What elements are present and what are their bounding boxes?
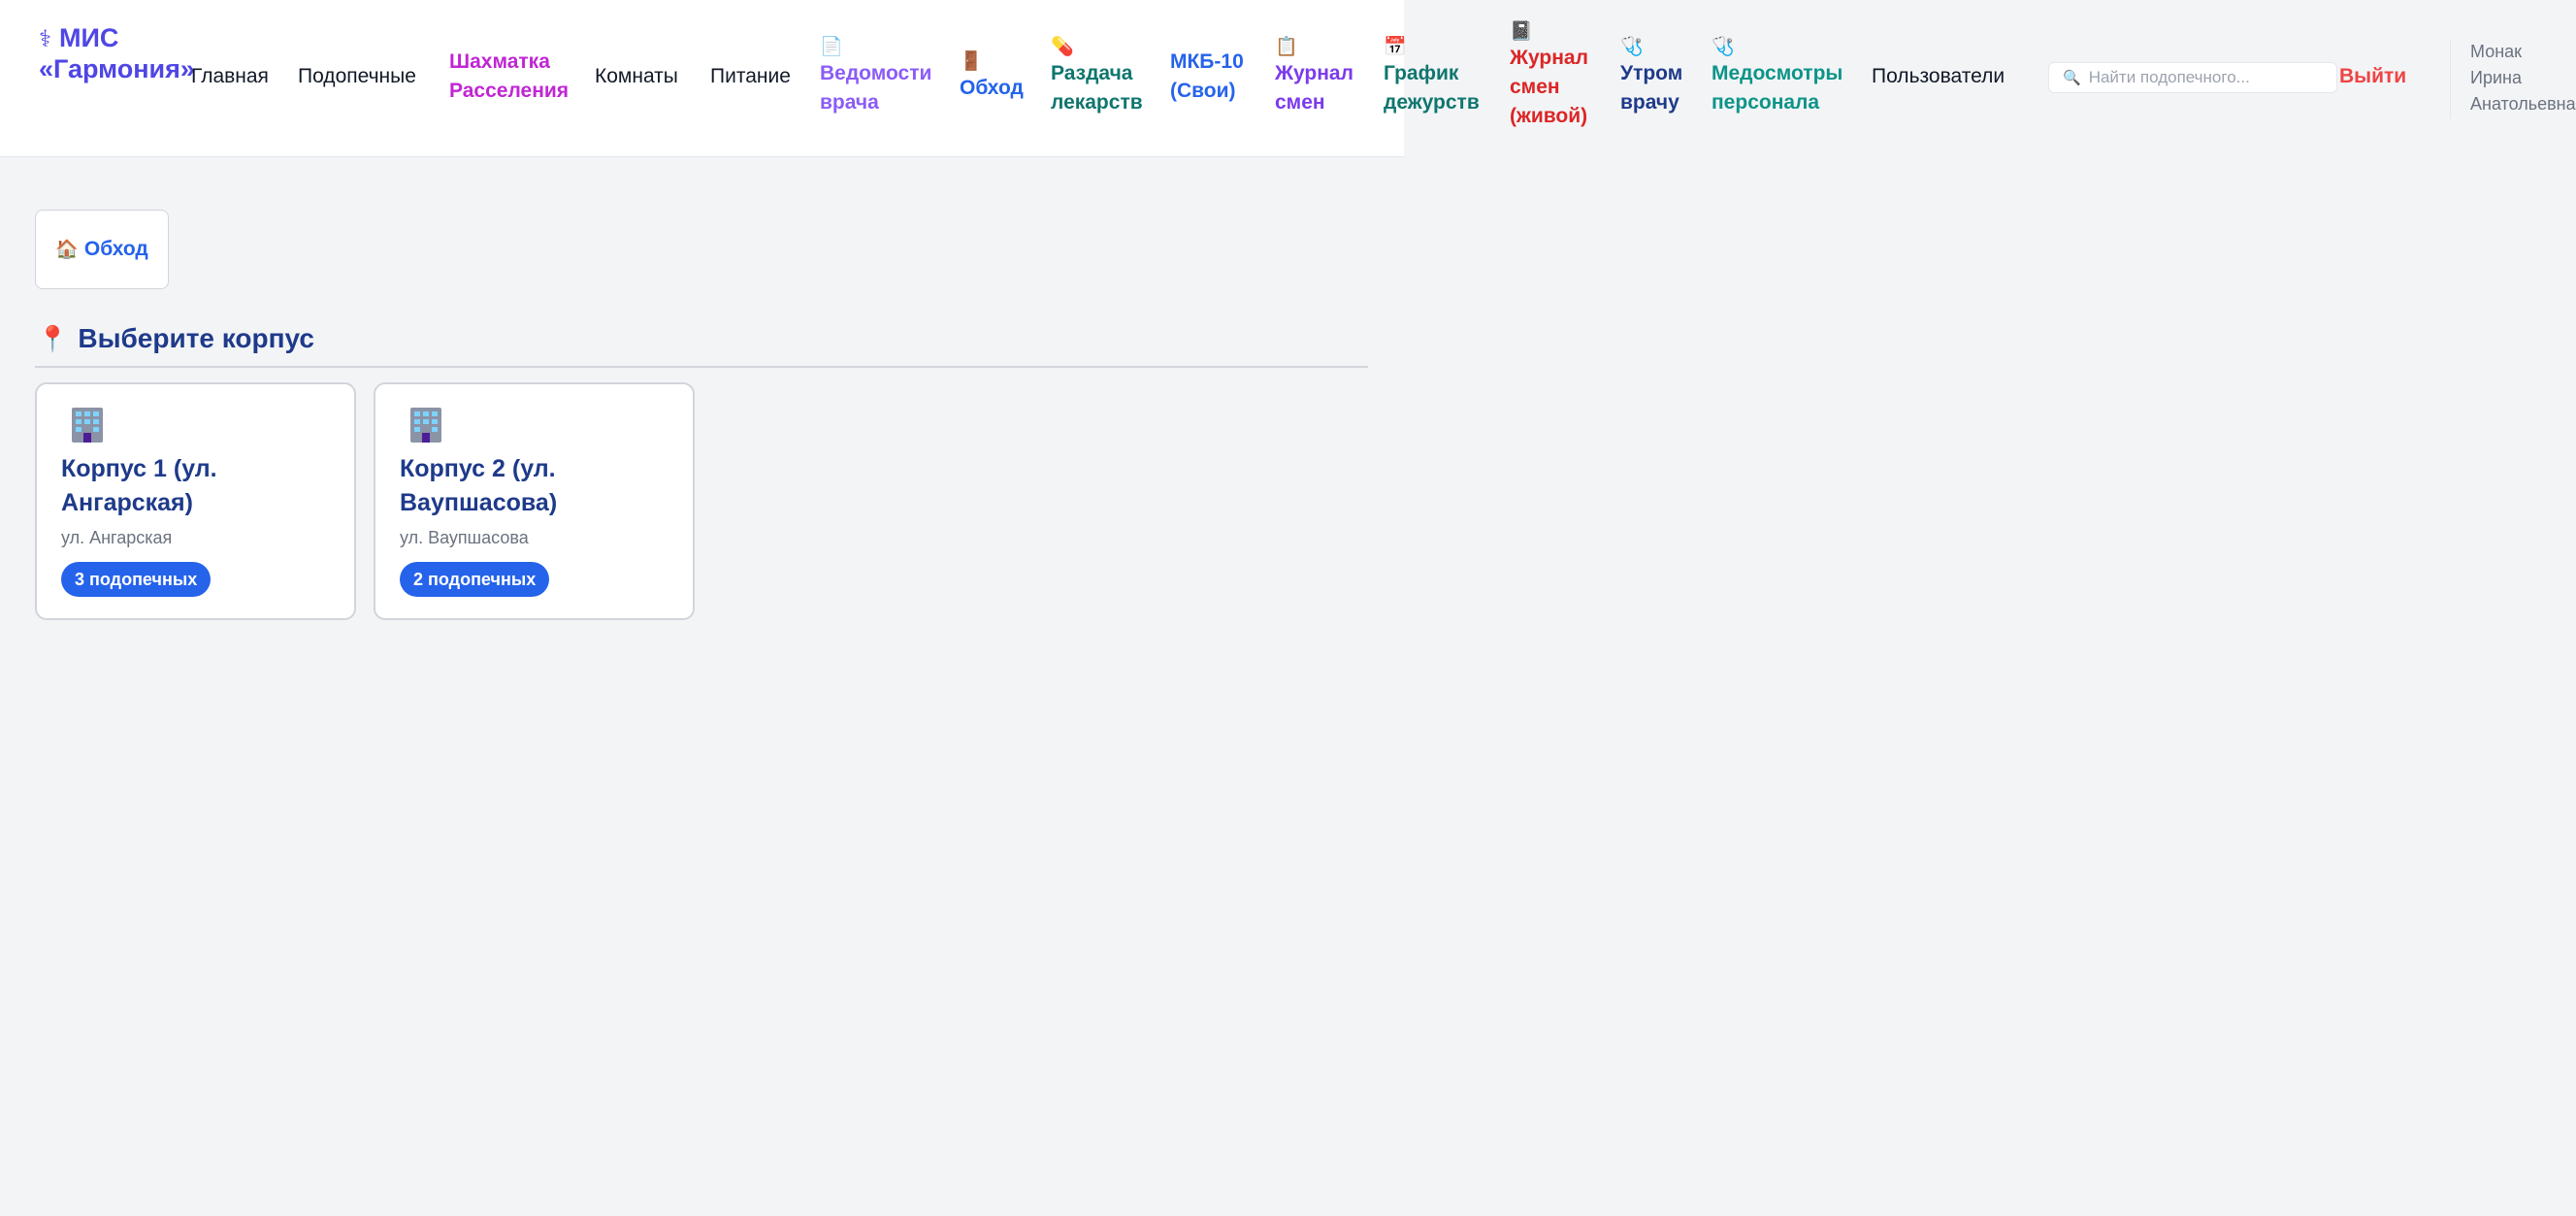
calendar-icon: 📅 [1384,37,1407,57]
pin-icon: 📍 [37,324,69,353]
book-icon: 📓 [1510,21,1533,42]
nav-live-log-line1: Журнал [1510,47,1588,69]
nav-live-log-line3: (живой) [1510,105,1588,127]
brand-line1: МИС [58,23,119,52]
nav-rooms[interactable]: Комнаты [595,62,678,91]
nav-morning[interactable]: 🩺 Утром врачу [1620,36,1682,117]
nav-users[interactable]: Пользователи [1872,62,2005,91]
building-card[interactable]: Корпус 1 (ул. Ангарская) ул. Ангарская 3… [35,382,356,620]
search-icon: 🔍 [2063,70,2081,86]
breadcrumb-label: Обход [83,238,148,260]
nav-rounds[interactable]: 🚪 Обход [960,50,1024,103]
user-name: Монак Ирина Анатольевна [2470,39,2576,117]
nav-meds[interactable]: 💊 Раздача лекарств [1051,36,1143,117]
user-divider [2450,39,2451,118]
nav-wards[interactable]: Подопечные [298,62,416,91]
nav-chess-line1: Шахматка [449,50,550,73]
nav-staff-exam[interactable]: 🩺 Медосмотры персонала [1712,36,1842,117]
title-divider [35,366,1368,368]
nav-staff-exam-line2: персонала [1712,91,1820,114]
nav-chess[interactable]: Шахматка Расселения [449,48,569,106]
building-icon [72,408,103,443]
search-input[interactable] [2086,67,2333,88]
nav-icd-line1: МКБ-10 [1170,50,1244,73]
stethoscope-icon: 🩺 [1712,37,1735,57]
page-title: 📍 Выберите корпус [37,320,314,357]
nav-icd[interactable]: МКБ-10 (Свои) [1170,48,1244,106]
page-title-text: Выберите корпус [78,323,314,353]
pill-icon: 💊 [1051,37,1074,57]
logout-link[interactable]: Выйти [2339,62,2406,91]
search-box[interactable]: 🔍 [2048,62,2337,93]
nav-staff-exam-line1: Медосмотры [1712,62,1843,84]
nav-rounds-line1: Обход [960,77,1024,99]
building-address: ул. Ангарская [61,528,173,547]
building-address: ул. Ваупшасова [400,528,529,547]
caduceus-icon: ⚕ [39,26,51,52]
nav-shift-log-line2: смен [1275,91,1325,114]
nav-doctor-sheets-line1: Ведомости [820,62,932,84]
notepad-icon: 📄 [820,37,843,57]
nav-doctor-sheets-line2: врача [820,91,879,114]
clipboard-icon: 📋 [1275,37,1298,57]
nav-food[interactable]: Питание [710,62,791,91]
building-card[interactable]: Корпус 2 (ул. Ваупшасова) ул. Ваупшасова… [374,382,695,620]
app-logo[interactable]: ⚕ МИС «Гармония» [39,23,195,84]
nav-home[interactable]: Главная [191,62,269,91]
nav-duty-line2: дежурств [1384,91,1480,114]
nav-morning-line2: врачу [1620,91,1679,114]
user-last-name: Монак [2470,42,2523,61]
nav-icd-line2: (Свои) [1170,80,1236,102]
building-icon [410,408,441,443]
nav-duty[interactable]: 📅 График дежурств [1384,36,1480,117]
building-name: Корпус 2 (ул. Ваупшасова) [400,455,558,516]
nav-shift-log-line1: Журнал [1275,62,1353,84]
wards-count-badge: 2 подопечных [400,562,550,597]
breadcrumb-rounds[interactable]: 🏠 Обход [35,210,169,289]
stethoscope-icon: 🩺 [1620,37,1644,57]
nav-live-log[interactable]: 📓 Журнал смен (живой) [1510,20,1588,131]
nav-shift-log[interactable]: 📋 Журнал смен [1275,36,1353,117]
nav-meds-line1: Раздача [1051,62,1133,84]
nav-meds-line2: лекарств [1051,91,1143,114]
house-icon: 🏠 [55,240,79,260]
nav-morning-line1: Утром [1620,62,1683,84]
nav-doctor-sheets[interactable]: 📄 Ведомости врача [820,36,931,117]
wards-count-badge: 3 подопечных [61,562,212,597]
nav-live-log-line2: смен [1510,76,1560,98]
door-icon: 🚪 [960,51,983,72]
nav-duty-line1: График [1384,62,1459,84]
brand-line2: «Гармония» [39,54,195,83]
user-patronymic: Анатольевна [2470,94,2576,114]
nav-chess-line2: Расселения [449,80,570,102]
user-first-name: Ирина [2470,68,2522,87]
building-name: Корпус 1 (ул. Ангарская) [61,455,217,516]
